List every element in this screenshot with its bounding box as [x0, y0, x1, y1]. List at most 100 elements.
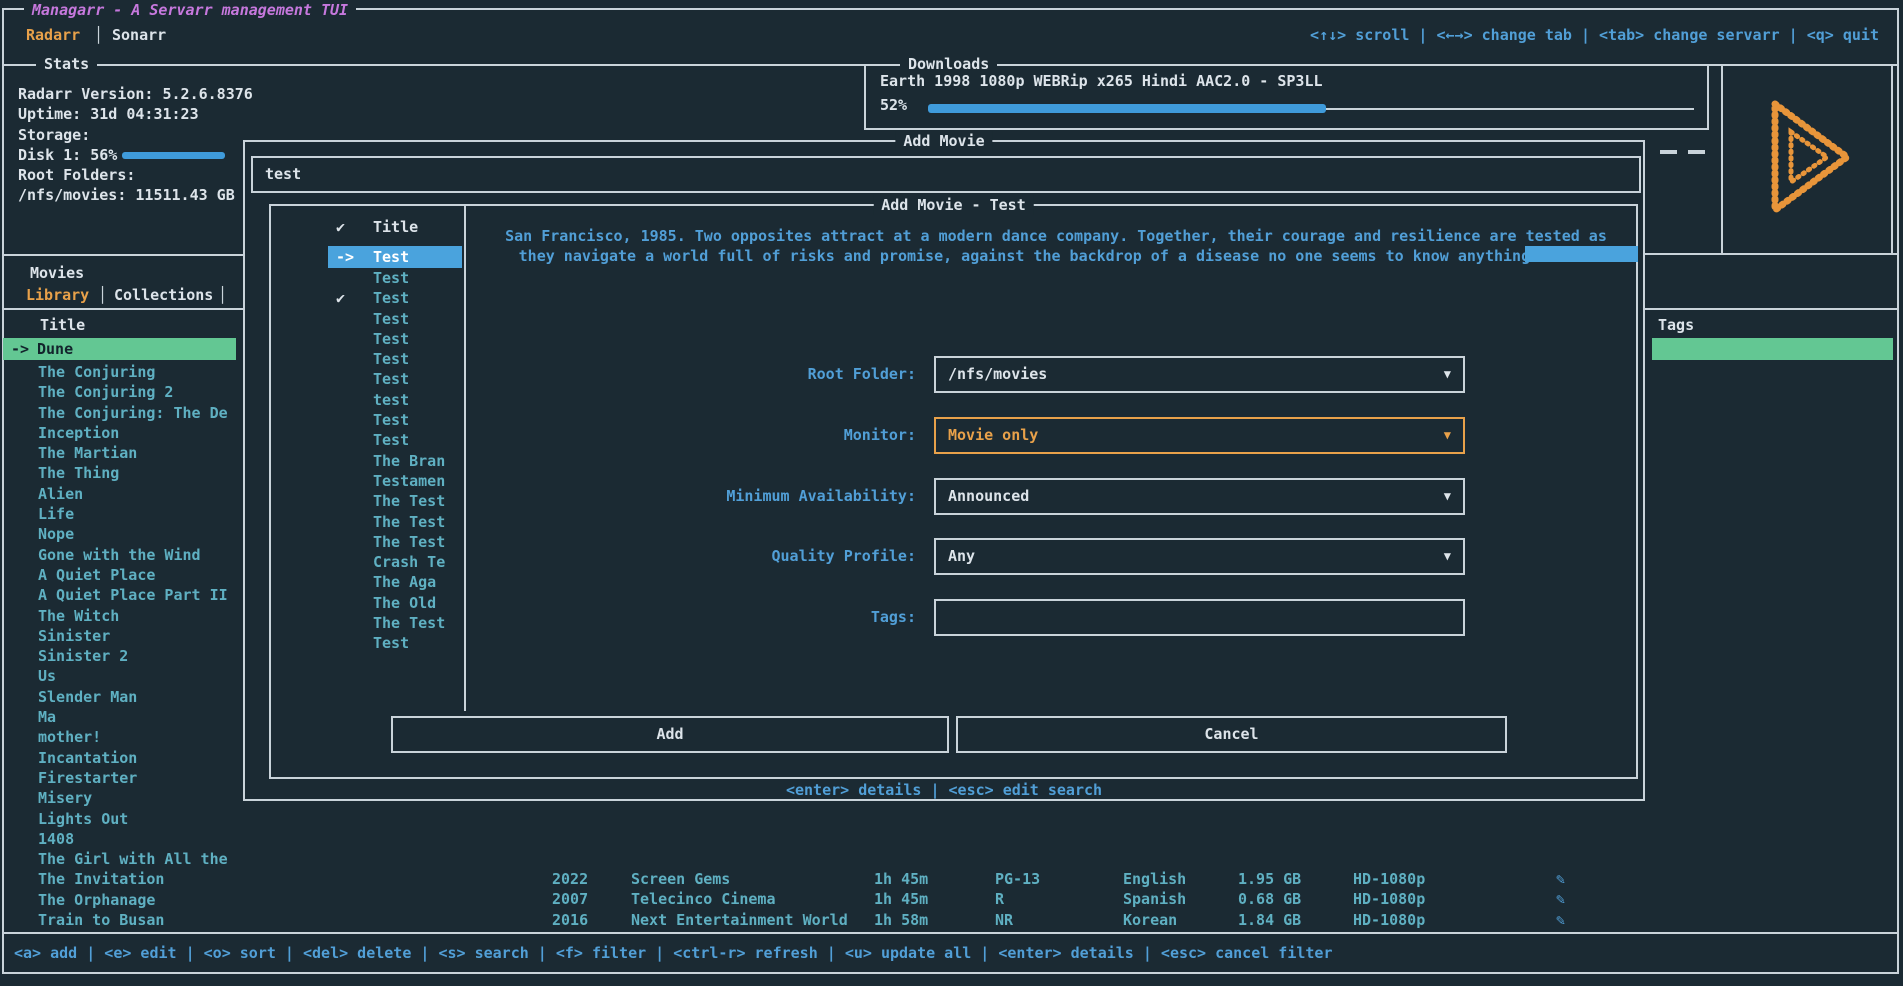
download-item: Earth 1998 1080p WEBRip x265 Hindi AAC2.…: [880, 72, 1323, 90]
root-folder-label: Root Folder:: [451, 364, 916, 384]
search-result-item[interactable]: The Aga: [336, 572, 445, 592]
modal-title: Add Movie - Test: [873, 195, 1034, 215]
search-result-item[interactable]: The Old: [336, 593, 445, 613]
search-result-item[interactable]: The Test: [336, 613, 445, 633]
movie-list-item[interactable]: mother!: [38, 727, 243, 747]
tab-sonarr[interactable]: Sonarr: [112, 26, 166, 44]
result-title: The Test: [373, 492, 445, 510]
tags-input[interactable]: [934, 599, 1465, 636]
movie-description: San Francisco, 1985. Two opposites attra…: [481, 226, 1631, 267]
search-result-item[interactable]: Test: [336, 329, 445, 349]
selected-movie-row[interactable]: -> Dune: [3, 338, 236, 360]
movie-list-item[interactable]: A Quiet Place: [38, 565, 243, 585]
table-row[interactable]: 2022Screen Gems1h 45mPG-13English1.95 GB…: [0, 869, 1903, 889]
disk-usage-bar: [122, 152, 225, 159]
movie-list-item[interactable]: A Quiet Place Part II: [38, 585, 243, 605]
movie-list-item[interactable]: 1408: [38, 829, 243, 849]
library-table-fragment: 2022Screen Gems1h 45mPG-13English1.95 GB…: [0, 869, 1903, 930]
movie-list-item[interactable]: The Girl with All the: [38, 849, 243, 869]
table-row[interactable]: 2007Telecinco Cinema1h 45mRSpanish0.68 G…: [0, 889, 1903, 909]
selected-result-row[interactable]: -> Test: [328, 246, 462, 268]
movie-list-item[interactable]: The Conjuring 2: [38, 382, 243, 402]
table-cell-studio: Telecinco Cinema: [631, 889, 776, 909]
movie-list-item[interactable]: Slender Man: [38, 687, 243, 707]
table-cell-size: 1.95 GB: [1238, 869, 1301, 889]
search-result-item[interactable]: test: [336, 390, 445, 410]
movie-list-item[interactable]: Life: [38, 504, 243, 524]
search-result-item[interactable]: ✔Test: [336, 288, 445, 308]
quality-profile-label: Quality Profile:: [451, 546, 916, 566]
selected-result-title: Test: [373, 246, 409, 268]
movie-list-item[interactable]: The Martian: [38, 443, 243, 463]
table-cell-runtime: 1h 45m: [874, 889, 928, 909]
tab-separator: │: [94, 26, 103, 44]
movie-list-item[interactable]: Inception: [38, 423, 243, 443]
table-cell-quality: HD-1080p: [1353, 869, 1425, 889]
search-result-item[interactable]: Test: [336, 410, 445, 430]
table-row[interactable]: 2016Next Entertainment World1h 58mNRKore…: [0, 910, 1903, 930]
search-result-item[interactable]: Test: [336, 430, 445, 450]
search-result-item[interactable]: Crash Te: [336, 552, 445, 572]
tab-library[interactable]: Library: [26, 286, 89, 304]
movie-list-item[interactable]: The Conjuring: The De: [38, 403, 243, 423]
edit-icon: ✎: [1556, 869, 1565, 889]
result-title: Test: [373, 634, 409, 652]
monitor-label: Monitor:: [451, 425, 916, 445]
bottom-keybar: <a> add | <e> edit | <o> sort | <del> de…: [14, 944, 1333, 962]
selection-arrow-icon: ->: [11, 338, 29, 360]
movie-list-item[interactable]: The Conjuring: [38, 362, 243, 382]
tab-collections[interactable]: Collections: [114, 286, 213, 304]
search-result-item[interactable]: The Test: [336, 512, 445, 532]
movie-list-item[interactable]: Lights Out: [38, 809, 243, 829]
search-result-item[interactable]: The Test: [336, 491, 445, 511]
search-result-item[interactable]: Testamen: [336, 471, 445, 491]
movie-list-item[interactable]: Misery: [38, 788, 243, 808]
movie-list-item[interactable]: The Witch: [38, 606, 243, 626]
results-check-header: ✔: [336, 218, 345, 236]
movie-list-item[interactable]: Gone with the Wind: [38, 545, 243, 565]
movie-list-item[interactable]: Sinister 2: [38, 646, 243, 666]
min-availability-dropdown[interactable]: Announced ▼: [934, 478, 1465, 515]
app-title: Managarr - A Servarr management TUI: [24, 0, 356, 20]
add-button[interactable]: Add: [391, 716, 949, 753]
cancel-button[interactable]: Cancel: [956, 716, 1507, 753]
root-folders-label: Root Folders:: [18, 165, 253, 185]
stats-bottom-line-right: [1645, 253, 1899, 255]
monitor-value: Movie only: [948, 426, 1038, 444]
stats-panel-title: Stats: [36, 54, 97, 74]
movie-list-item[interactable]: Sinister: [38, 626, 243, 646]
movie-list-item[interactable]: Ma: [38, 707, 243, 727]
quality-profile-dropdown[interactable]: Any ▼: [934, 538, 1465, 575]
movie-list-item[interactable]: The Thing: [38, 463, 243, 483]
result-title: The Test: [373, 513, 445, 531]
chevron-down-icon: ▼: [1444, 419, 1451, 452]
result-title: Testamen: [373, 472, 445, 490]
movie-list-item[interactable]: Nope: [38, 524, 243, 544]
search-result-item[interactable]: Test: [336, 268, 445, 288]
radarr-version: Radarr Version: 5.2.6.8376: [18, 84, 253, 104]
chevron-down-icon: ▼: [1444, 358, 1451, 391]
result-title: test: [373, 391, 409, 409]
search-result-item[interactable]: The Bran: [336, 451, 445, 471]
in-library-check-icon: ✔: [336, 288, 373, 308]
movie-list-item[interactable]: Us: [38, 666, 243, 686]
search-result-item[interactable]: Test: [336, 633, 445, 653]
border-fragment: [1688, 150, 1705, 154]
chevron-down-icon: ▼: [1444, 480, 1451, 513]
search-result-item[interactable]: Test: [336, 309, 445, 329]
root-folder-dropdown[interactable]: /nfs/movies ▼: [934, 356, 1465, 393]
result-title: Crash Te: [373, 553, 445, 571]
download-percent: 52%: [880, 96, 907, 114]
movie-list-item[interactable]: Incantation: [38, 748, 243, 768]
selected-row-tags-cell: [1652, 338, 1893, 360]
search-result-item[interactable]: The Test: [336, 532, 445, 552]
tab-radarr[interactable]: Radarr: [26, 26, 80, 44]
search-result-item[interactable]: Test: [336, 369, 445, 389]
search-result-item[interactable]: Test: [336, 349, 445, 369]
table-cell-size: 1.84 GB: [1238, 910, 1301, 930]
movie-list-item[interactable]: Alien: [38, 484, 243, 504]
monitor-dropdown[interactable]: Movie only ▼: [934, 417, 1465, 454]
search-input[interactable]: test: [251, 156, 1641, 193]
movie-list-item[interactable]: Firestarter: [38, 768, 243, 788]
table-cell-rating: R: [995, 889, 1004, 909]
